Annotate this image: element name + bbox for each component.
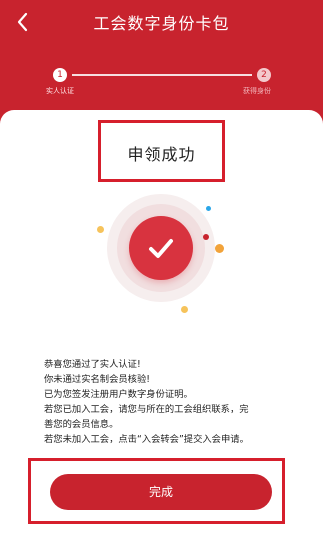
result-title: 申领成功 (127, 145, 196, 164)
decor-dot-red (203, 234, 209, 240)
app-header: 工会数字身份卡包 (0, 0, 323, 44)
message-line: 若您未加入工会，点击“入会转会”提交入会申请。 (44, 434, 249, 445)
message-line: 已为您签发注册用户数字身份证明。 (44, 389, 193, 400)
success-badge (101, 188, 221, 308)
step-1-label: 实人认证 (46, 87, 74, 95)
message-line: 恭喜您通过了实人认证! (44, 359, 141, 370)
step-connector (72, 74, 252, 76)
decor-dot-orange (215, 244, 224, 253)
step-2-dot: 2 (257, 68, 271, 82)
message-line: 善您的会员信息。 (44, 419, 119, 430)
result-message: 恭喜您通过了实人认证! 你未通过实名制会员核验! 已为您签发注册用户数字身份证明… (44, 357, 290, 447)
check-icon (149, 239, 173, 258)
decor-dot-yellow-left (97, 226, 104, 233)
result-title-box: 申领成功 (98, 120, 225, 182)
step-1-dot: 1 (53, 68, 67, 82)
decor-dot-yellow-bottom (181, 306, 188, 313)
page-title: 工会数字身份卡包 (93, 14, 230, 33)
decor-dot-blue (206, 206, 211, 211)
done-button[interactable]: 完成 (50, 474, 272, 510)
message-line: 你未通过实名制会员核验! (44, 374, 150, 385)
step-2-label: 获得身份 (243, 87, 271, 95)
progress-steps: 1 2 实人认证 获得身份 (0, 60, 323, 104)
message-line: 若您已加入工会，请您与所在的工会组织联系，完 (44, 404, 249, 415)
